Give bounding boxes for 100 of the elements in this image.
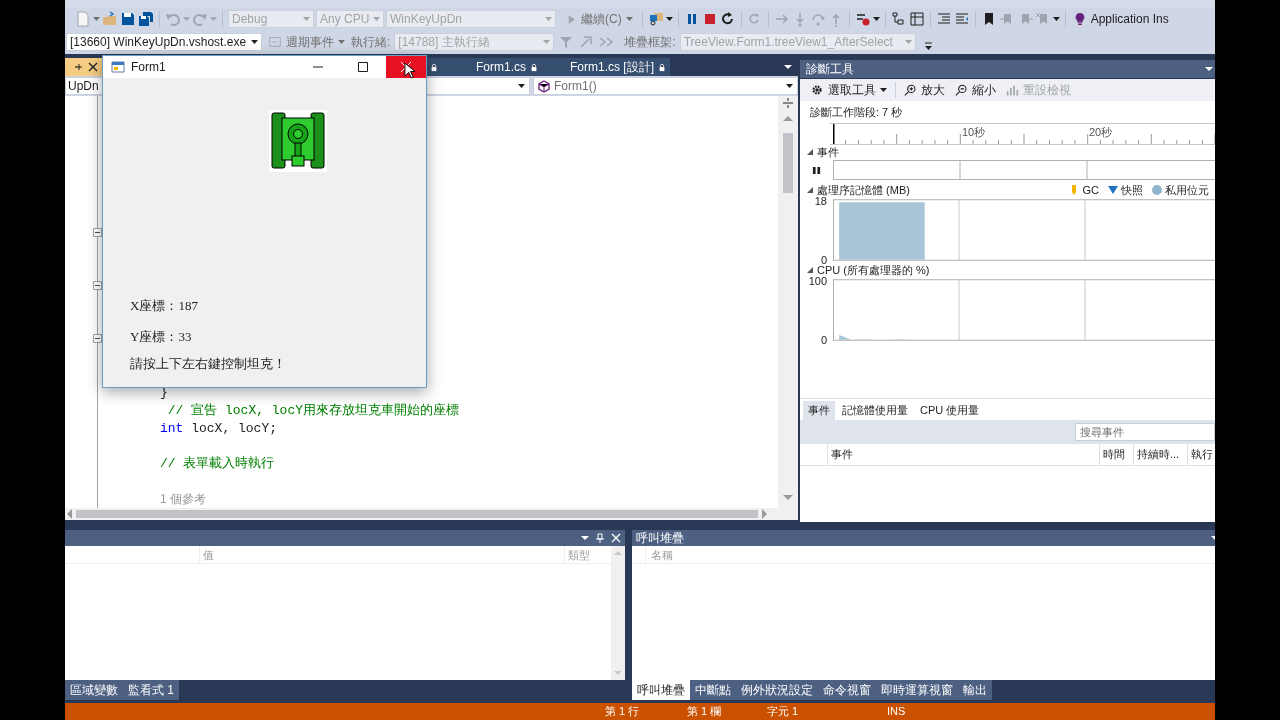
- editor-tab[interactable]: Form1.cs [設計]: [542, 58, 670, 76]
- scroll-down-icon[interactable]: [783, 495, 793, 500]
- breakpoints-icon[interactable]: [854, 11, 871, 27]
- collapse-icon[interactable]: [93, 334, 102, 343]
- timeline-ruler[interactable]: [833, 124, 1215, 144]
- code-line: int locX, locY;: [160, 420, 278, 438]
- ruler-label: 10秒: [962, 125, 986, 139]
- process-dropdown[interactable]: [13660] WinKeyUpDn.vshost.exe: [66, 33, 262, 51]
- column-header[interactable]: 時間: [1100, 443, 1134, 466]
- section-title: 事件: [817, 144, 839, 160]
- window-title: Form1: [131, 59, 167, 76]
- caret-icon: [904, 40, 912, 44]
- diagnostics-tab[interactable]: 記憶體使用量: [837, 400, 913, 420]
- chart-title: CPU (所有處理器的 %): [817, 263, 931, 277]
- scroll-up-icon[interactable]: [783, 116, 793, 121]
- axis-label: 100: [808, 274, 827, 288]
- editor-tab[interactable]: [65, 58, 102, 76]
- caret-icon: [303, 17, 310, 21]
- collapse-triangle-icon[interactable]: [806, 186, 814, 194]
- window-search-icon[interactable]: [647, 11, 664, 27]
- tree-icon[interactable]: [890, 11, 907, 27]
- caret-icon: [545, 17, 552, 21]
- caret-icon[interactable]: [1205, 67, 1213, 71]
- axis-label: 0: [820, 253, 827, 266]
- member-dropdown[interactable]: Form1(): [533, 77, 798, 95]
- step-over-icon[interactable]: [809, 11, 826, 27]
- outdent-icon[interactable]: [953, 11, 970, 27]
- filter-icon[interactable]: [558, 34, 575, 50]
- column-header[interactable]: 持續時...: [1134, 443, 1188, 466]
- tab-list-icon[interactable]: [784, 65, 792, 69]
- save-all-icon[interactable]: [138, 11, 154, 27]
- caret-icon: [1052, 17, 1060, 21]
- cursor-icon: [404, 62, 416, 80]
- panel-tab[interactable]: 監看式 1: [123, 680, 179, 700]
- pin-icon[interactable]: [74, 62, 84, 72]
- scroll-left-icon[interactable]: [67, 509, 72, 519]
- panel-tab[interactable]: 命令視窗: [818, 680, 876, 700]
- collapse-triangle-icon[interactable]: [806, 148, 814, 156]
- collapse-icon[interactable]: [93, 228, 102, 237]
- scroll-thumb[interactable]: [76, 510, 758, 518]
- column-header[interactable]: 事件: [828, 443, 1100, 466]
- save-icon[interactable]: [120, 11, 136, 27]
- document-icon[interactable]: [75, 11, 91, 27]
- caret-icon: [543, 40, 551, 44]
- toolbar-button[interactable]: 放大: [902, 81, 947, 99]
- gear-icon: [810, 83, 824, 97]
- caret-icon[interactable]: [581, 536, 589, 540]
- panel-tab[interactable]: 中斷點: [690, 680, 736, 700]
- panel-tab[interactable]: 即時運算視窗: [876, 680, 958, 700]
- redo-icon[interactable]: [192, 11, 208, 27]
- horizontal-scrollbar[interactable]: [65, 508, 798, 520]
- pause-icon[interactable]: [812, 165, 821, 175]
- collapse-triangle-icon[interactable]: [806, 266, 814, 274]
- overflow-icon[interactable]: [923, 41, 933, 51]
- restart-icon[interactable]: [719, 11, 736, 27]
- status-text: 第 1 行: [605, 704, 641, 720]
- caret-icon: [786, 84, 793, 88]
- legend-marker-icon: [1108, 185, 1118, 195]
- undo-icon[interactable]: [165, 11, 181, 27]
- close-icon[interactable]: [88, 62, 98, 72]
- caret-icon: [183, 17, 190, 21]
- panel-tab[interactable]: 區域變數: [65, 680, 123, 700]
- status-text: 字元 1: [767, 704, 800, 720]
- search-field[interactable]: 搜尋事件: [1075, 422, 1215, 441]
- caret-icon: [880, 88, 887, 92]
- lifecycle-events-button[interactable]: 週期事件: [266, 33, 347, 51]
- vertical-scrollbar[interactable]: [778, 96, 798, 508]
- caret-icon: [665, 17, 673, 21]
- scroll-right-icon[interactable]: [762, 509, 767, 519]
- select-tool-button[interactable]: 選取工具: [808, 81, 889, 99]
- editor-tab[interactable]: Form1.cs: [442, 58, 542, 76]
- session-duration: 診斷工作階段: 7 秒: [810, 104, 903, 120]
- axis-label: 0: [820, 333, 827, 347]
- split-icon[interactable]: [782, 98, 794, 108]
- flag-filter-icon[interactable]: [578, 34, 595, 50]
- panel-tab[interactable]: 呼叫堆疊: [632, 680, 690, 700]
- panel-tab[interactable]: 例外狀況設定: [736, 680, 818, 700]
- form-label: X座標：187: [130, 297, 198, 315]
- caret-icon: [518, 84, 525, 88]
- application-insights-button[interactable]: Application Ins: [1070, 10, 1171, 28]
- columns-icon[interactable]: [908, 11, 925, 27]
- status-text: 第 1 欄: [687, 704, 723, 720]
- diagnostics-tab[interactable]: 事件: [803, 400, 835, 420]
- scroll-thumb[interactable]: [783, 133, 793, 193]
- panel-tab[interactable]: 輸出: [958, 680, 992, 700]
- maximize-icon: [358, 62, 368, 72]
- diagnostics-tab[interactable]: CPU 使用量: [915, 400, 985, 420]
- thread-label: 執行緒:: [351, 34, 391, 51]
- column-header[interactable]: 執行: [1188, 443, 1215, 466]
- legend-label: 快照: [1121, 182, 1143, 198]
- indent-icon[interactable]: [935, 11, 952, 27]
- caret-icon: [210, 17, 217, 21]
- legend-label: 私用位元: [1165, 182, 1209, 198]
- collapse-icon[interactable]: [93, 281, 102, 290]
- caret-icon: [251, 40, 258, 44]
- method-icon: [538, 79, 550, 93]
- toolbar-button[interactable]: 縮小: [953, 81, 998, 99]
- caret-icon: [625, 17, 633, 21]
- event-icon: [268, 35, 282, 49]
- expand-callstack-icon[interactable]: [598, 34, 615, 50]
